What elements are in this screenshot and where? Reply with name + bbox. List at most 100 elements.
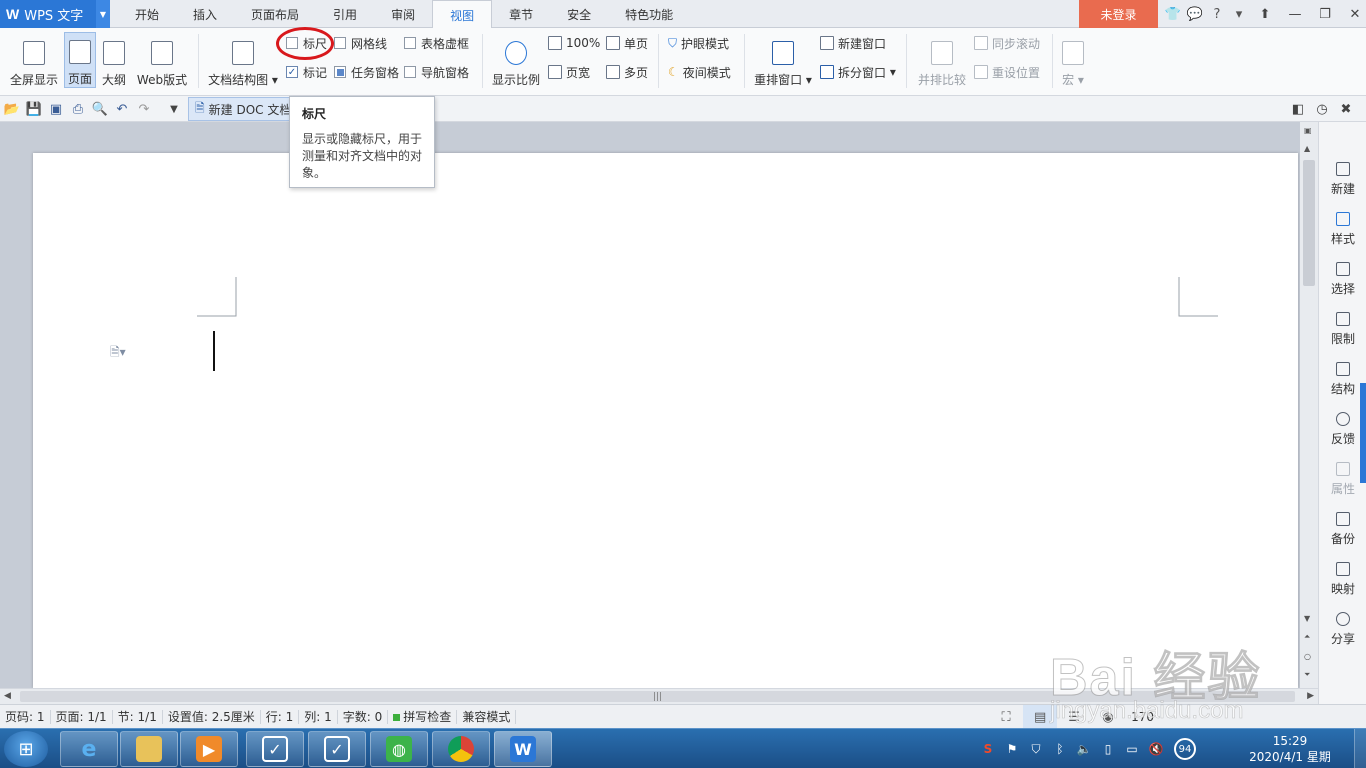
doc-view-icon[interactable]: ◧ [1290,101,1306,117]
gridlines-checkbox-box[interactable] [334,37,346,49]
tab-page-layout[interactable]: 页面布局 [234,0,316,28]
tab-chapter[interactable]: 章节 [492,0,550,28]
taskbar-ie[interactable]: e [60,731,118,767]
taskbar-chrome[interactable] [432,731,490,767]
scroll-down-icon[interactable]: ▼ [1304,614,1310,623]
chevron-down-icon[interactable]: ▾ [1228,0,1250,28]
upload-icon[interactable]: ⬆ [1250,0,1280,28]
taskbar-security-2[interactable]: ✓ [308,731,366,767]
arrange-windows-button[interactable]: 重排窗口 ▾ [752,32,814,88]
zoom-button[interactable]: 显示比例 [488,32,544,88]
sidebar-collapse-handle[interactable] [1360,383,1366,483]
prev-page-icon[interactable]: ⏶ [1304,632,1310,642]
sidebar-item-share[interactable]: 分享 [1319,606,1366,652]
eye-mode-button[interactable]: ⛉ 护眼模式 [668,33,729,53]
status-spellcheck[interactable]: 拼写检查 [388,709,458,724]
power-icon[interactable]: ▯ [1096,729,1120,768]
horizontal-scrollbar[interactable]: ◀ ||| ▶ [0,688,1318,704]
macro-button[interactable]: 宏 ▾ [1058,32,1088,88]
status-compat-mode[interactable]: 兼容模式 [457,709,517,724]
split-view-icon[interactable]: ▣ [1304,126,1312,135]
check-icon[interactable]: ✓ [286,66,298,78]
status-col[interactable]: 列: 1 [299,709,338,724]
status-page-code[interactable]: 页码: 1 [0,709,51,724]
side-by-side-button[interactable]: 并排比较 [914,32,970,88]
redo-icon[interactable]: ↷ [136,101,152,117]
close-icon[interactable]: ✕ [1340,0,1366,28]
print-preview-icon[interactable]: 🔍 [92,101,108,117]
page-view-icon[interactable]: ▤ [1023,705,1058,729]
task-pane-checkbox-box[interactable] [334,66,346,78]
restore-icon[interactable]: ❐ [1310,0,1340,28]
taskbar-wps[interactable]: W [494,731,552,767]
sidebar-item-backup[interactable]: 备份 [1319,506,1366,552]
history-icon[interactable]: ◷ [1314,101,1330,117]
vertical-scrollbar[interactable]: ▣ ▲ ▼ ⏶ ○ ⏷ [1300,122,1318,688]
zoom-100-button[interactable]: 100% [548,33,600,53]
single-page-button[interactable]: 单页 [606,33,648,53]
tab-home[interactable]: 开始 [118,0,176,28]
new-window-button[interactable]: 新建窗口 [820,33,886,53]
skin-icon[interactable]: 👕 [1162,0,1184,28]
status-word-count[interactable]: 字数: 0 [338,709,389,724]
scroll-up-icon[interactable]: ▲ [1304,144,1310,153]
scroll-thumb[interactable]: ||| [20,691,1295,702]
sidebar-item-styles[interactable]: 样式 [1319,206,1366,252]
taskbar-explorer[interactable] [120,731,178,767]
taskbar-media-player[interactable]: ▶ [180,731,238,767]
fullscreen-button[interactable]: 全屏显示 [6,32,62,88]
volume-icon[interactable]: 🔈 [1072,729,1096,768]
table-gridlines-checkbox-box[interactable] [404,37,416,49]
outline-view-button[interactable]: 大纲 [98,32,130,88]
nav-pane-checkbox-box[interactable] [404,66,416,78]
zoom-level[interactable]: 170 [1131,710,1154,724]
tab-security[interactable]: 安全 [550,0,608,28]
web-view-icon[interactable]: ◉ [1091,705,1125,729]
tab-view[interactable]: 视图 [432,0,493,29]
scroll-thumb[interactable] [1303,160,1315,286]
help-icon[interactable]: ? [1206,0,1228,28]
status-section[interactable]: 节: 1/1 [113,709,163,724]
sidebar-item-mapping[interactable]: 映射 [1319,556,1366,602]
tab-insert[interactable]: 插入 [176,0,234,28]
night-mode-button[interactable]: ☾ 夜间模式 [668,62,731,82]
status-setting[interactable]: 设置值: 2.5厘米 [163,709,261,724]
taskbar-security-1[interactable]: ✓ [246,731,304,767]
select-browse-icon[interactable]: ○ [1304,652,1311,661]
chevron-down-icon[interactable]: ▼ [96,0,110,28]
print-icon[interactable]: ⎙ [70,101,86,117]
sidebar-item-feedback[interactable]: 反馈 [1319,406,1366,452]
outline-view-icon[interactable]: ☰ [1057,705,1091,729]
bluetooth-icon[interactable]: ᛒ [1048,729,1072,768]
scroll-left-icon[interactable]: ◀ [4,691,11,701]
taskbar-wechat[interactable]: ◍ [370,731,428,767]
paragraph-layout-icon[interactable]: 🗎▾ [110,343,126,364]
chevron-down-icon[interactable]: ▼ [166,101,182,117]
network-icon[interactable]: ▭ [1120,729,1144,768]
windows-start-icon[interactable]: ⊞ [4,731,48,767]
save-icon[interactable]: 💾 [26,101,42,117]
minimize-icon[interactable]: — [1280,0,1310,28]
tab-features[interactable]: 特色功能 [608,0,690,28]
gridlines-checkbox[interactable]: 网格线 [334,33,387,53]
doc-map-button[interactable]: 文档结构图 ▾ [206,32,280,88]
login-button[interactable]: 未登录 [1079,0,1158,28]
marks-checkbox[interactable]: ✓ 标记 [286,62,327,82]
export-pdf-icon[interactable]: ▣ [48,101,64,117]
mute-icon[interactable]: 🔇 [1144,729,1168,768]
tab-references[interactable]: 引用 [316,0,374,28]
document-page[interactable] [33,153,1298,688]
split-window-button[interactable]: 拆分窗口 ▾ [820,62,896,82]
undo-icon[interactable]: ↶ [114,101,130,117]
close-doc-icon[interactable]: ✖ [1338,101,1354,117]
page-view-button[interactable]: 页面 [64,32,96,88]
tray-shield-icon[interactable]: ⛉ [1024,729,1048,768]
reset-position-button[interactable]: 重设位置 [974,62,1040,82]
task-pane-checkbox[interactable]: 任务窗格 [334,62,399,82]
sogou-icon[interactable]: S [976,729,1000,768]
multi-page-button[interactable]: 多页 [606,62,648,82]
web-view-button[interactable]: Web版式 [134,32,190,88]
chat-icon[interactable]: 💬 [1184,0,1206,28]
table-gridlines-checkbox[interactable]: 表格虚框 [404,33,469,53]
sidebar-item-structure[interactable]: 结构 [1319,356,1366,402]
